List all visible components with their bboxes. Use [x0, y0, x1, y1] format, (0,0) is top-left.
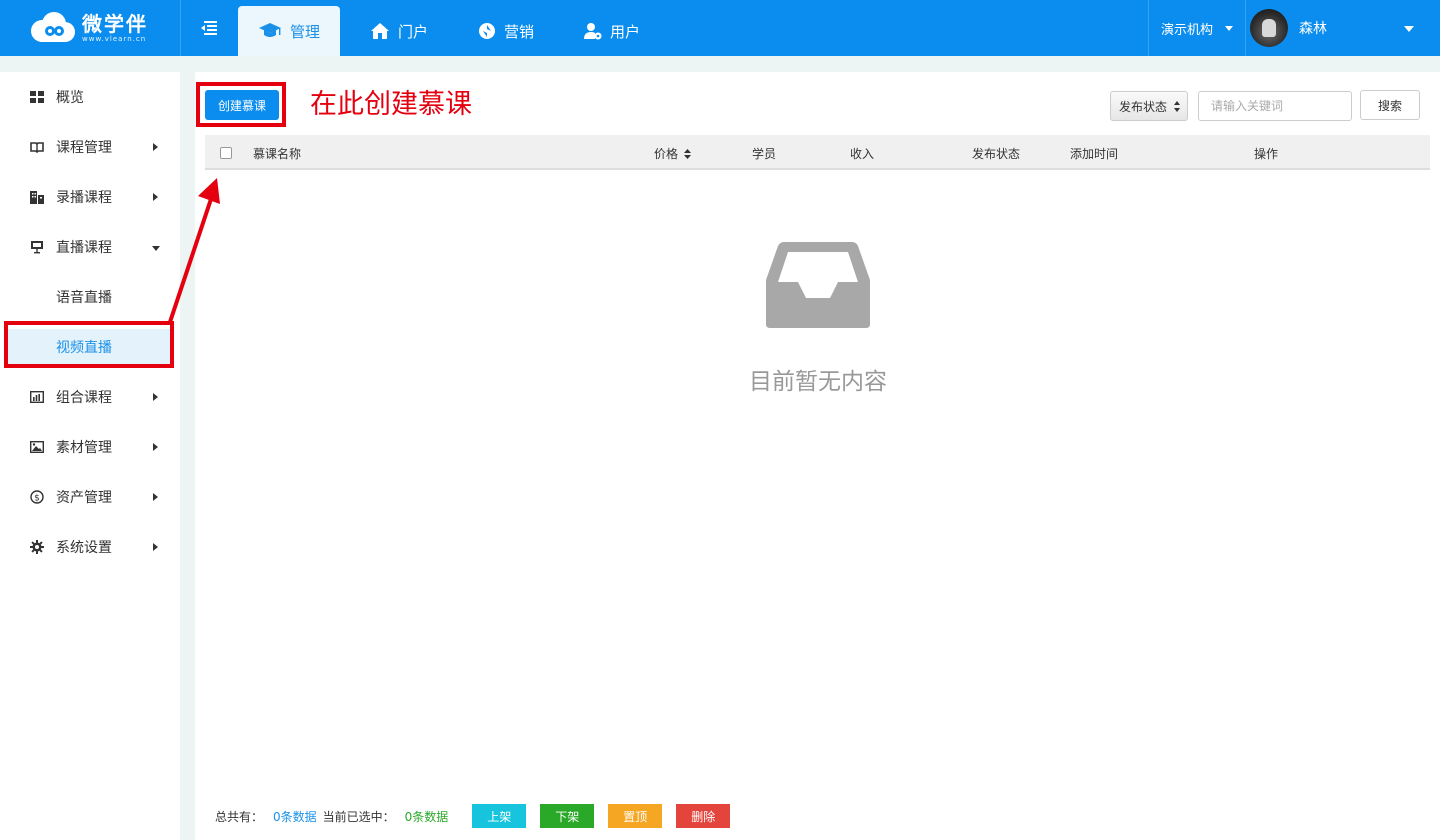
- nav-tab-portal[interactable]: 门户: [350, 6, 448, 56]
- column-header-price[interactable]: 价格: [654, 145, 691, 162]
- presentation-icon: [30, 240, 44, 254]
- brand-url: www.vlearn.cn: [82, 34, 147, 43]
- topbar-divider: [180, 0, 181, 56]
- column-header-label: 价格: [654, 147, 679, 161]
- updown-arrow-icon: [1174, 101, 1180, 112]
- sidebar-item-label: 录播课程: [56, 190, 112, 206]
- cloud-logo-icon: [28, 11, 76, 45]
- chevron-down-icon: [152, 246, 160, 251]
- sidebar-item-assets[interactable]: $ 资产管理: [0, 472, 180, 522]
- empty-message: 目前暂无内容: [749, 369, 887, 395]
- sidebar-item-label: 素材管理: [56, 440, 112, 456]
- column-header-actions: 操作: [1254, 147, 1279, 161]
- chevron-down-icon: [1225, 25, 1234, 31]
- column-header-income: 收入: [850, 147, 875, 161]
- sidebar-item-recorded[interactable]: 录播课程: [0, 172, 180, 222]
- gear-icon: [30, 540, 44, 554]
- sidebar-item-settings[interactable]: 系统设置: [0, 522, 180, 572]
- chevron-right-icon: [153, 143, 158, 151]
- select-all-checkbox[interactable]: [220, 147, 232, 159]
- table-header: 慕课名称 价格 学员 收入 发布状态 添加时间 操作: [205, 135, 1430, 170]
- sidebar-item-label: 课程管理: [56, 140, 112, 156]
- publish-status-select[interactable]: 发布状态: [1110, 91, 1188, 121]
- graduation-cap-icon: [259, 23, 281, 37]
- sidebar-item-label: 组合课程: [56, 390, 112, 406]
- image-icon: [30, 440, 44, 454]
- nav-tab-manage[interactable]: 管理: [238, 6, 341, 56]
- dollar-icon: $: [30, 490, 44, 504]
- column-header-name: 慕课名称: [253, 147, 302, 161]
- column-header-students: 学员: [752, 147, 777, 161]
- total-label: 总共有：: [215, 809, 264, 824]
- empty-state: [743, 242, 893, 328]
- home-icon: [371, 23, 390, 39]
- chevron-down-icon: [1404, 26, 1414, 32]
- sidebar-item-label: 概览: [56, 90, 84, 106]
- org-dropdown[interactable]: 演示机构: [1149, 0, 1245, 56]
- inbox-icon: [766, 242, 870, 328]
- column-header-status: 发布状态: [972, 147, 1021, 161]
- sidebar-item-course-manage[interactable]: 课程管理: [0, 122, 180, 172]
- nav-tab-label: 门户: [398, 22, 429, 41]
- sidebar-item-bundle[interactable]: 组合课程: [0, 372, 180, 422]
- nav-tab-marketing[interactable]: 营销: [458, 6, 554, 56]
- chevron-right-icon: [153, 543, 158, 551]
- delete-button[interactable]: 删除: [676, 804, 731, 828]
- sidebar-item-materials[interactable]: 素材管理: [0, 422, 180, 472]
- total-count: 0条数据: [273, 809, 317, 824]
- topbar-divider: [1245, 0, 1246, 56]
- main-content: 创建慕课 在此创建慕课 发布状态 搜索 慕课名称 价格 学员 收入 发布状态 添…: [195, 72, 1440, 840]
- column-header-added-time: 添加时间: [1070, 147, 1119, 161]
- sidebar-item-live[interactable]: 直播课程: [0, 222, 180, 272]
- sort-icon: [683, 149, 691, 159]
- book-icon: [30, 140, 44, 154]
- publish-button[interactable]: 上架: [472, 804, 527, 828]
- user-gear-icon: [584, 23, 602, 40]
- chevron-right-icon: [153, 493, 158, 501]
- sidebar: 概览 课程管理 录播课程 直播课程 语音直播 视频直播 组合课程 素材管理 $ …: [0, 72, 180, 840]
- chevron-right-icon: [153, 393, 158, 401]
- building-icon: [30, 190, 44, 204]
- video-live-highlight: [4, 321, 174, 368]
- user-menu[interactable]: 森林: [1250, 0, 1432, 56]
- unpublish-button[interactable]: 下架: [540, 804, 595, 828]
- chevron-right-icon: [153, 193, 158, 201]
- nav-tab-label: 营销: [504, 22, 535, 41]
- table-footer: 总共有： 0条数据 当前已选中： 0条数据 上架 下架 置顶 删除: [215, 804, 744, 828]
- menu-toggle-icon[interactable]: [200, 20, 218, 36]
- nav-tab-label: 管理: [290, 22, 321, 41]
- chevron-right-icon: [153, 443, 158, 451]
- selected-label: 当前已选中：: [322, 809, 395, 824]
- top-bar: 微学伴 www.vlearn.cn 管理 门户 营销 用户 演示机构 森林: [0, 0, 1440, 56]
- pin-button[interactable]: 置顶: [608, 804, 663, 828]
- sidebar-item-overview[interactable]: 概览: [0, 72, 180, 122]
- marketing-icon: [479, 23, 496, 39]
- avatar: [1250, 9, 1288, 47]
- nav-tab-label: 用户: [610, 22, 641, 41]
- sidebar-item-label: 系统设置: [56, 540, 112, 556]
- sidebar-item-label: 直播课程: [56, 240, 112, 256]
- selected-count: 0条数据: [404, 809, 449, 824]
- org-name: 演示机构: [1161, 22, 1214, 38]
- publish-status-value: 发布状态: [1119, 99, 1168, 114]
- sidebar-item-label: 语音直播: [56, 290, 112, 306]
- keyword-input[interactable]: [1198, 91, 1352, 121]
- svg-text:$: $: [34, 494, 40, 504]
- sidebar-item-label: 资产管理: [56, 490, 112, 506]
- grid-icon: [30, 90, 44, 104]
- brand-name: 微学伴: [82, 11, 148, 36]
- search-button[interactable]: 搜索: [1360, 90, 1420, 120]
- main-nav: 管理 门户 营销 用户: [238, 6, 670, 56]
- sidebar-item-audio-live[interactable]: 语音直播: [0, 272, 180, 322]
- user-name: 森林: [1299, 21, 1327, 37]
- brand-logo[interactable]: 微学伴 www.vlearn.cn: [28, 8, 148, 48]
- annotation-text: 在此创建慕课: [310, 89, 472, 120]
- create-button-highlight: [196, 82, 286, 127]
- bar-chart-icon: [30, 390, 44, 404]
- nav-tab-users[interactable]: 用户: [564, 6, 660, 56]
